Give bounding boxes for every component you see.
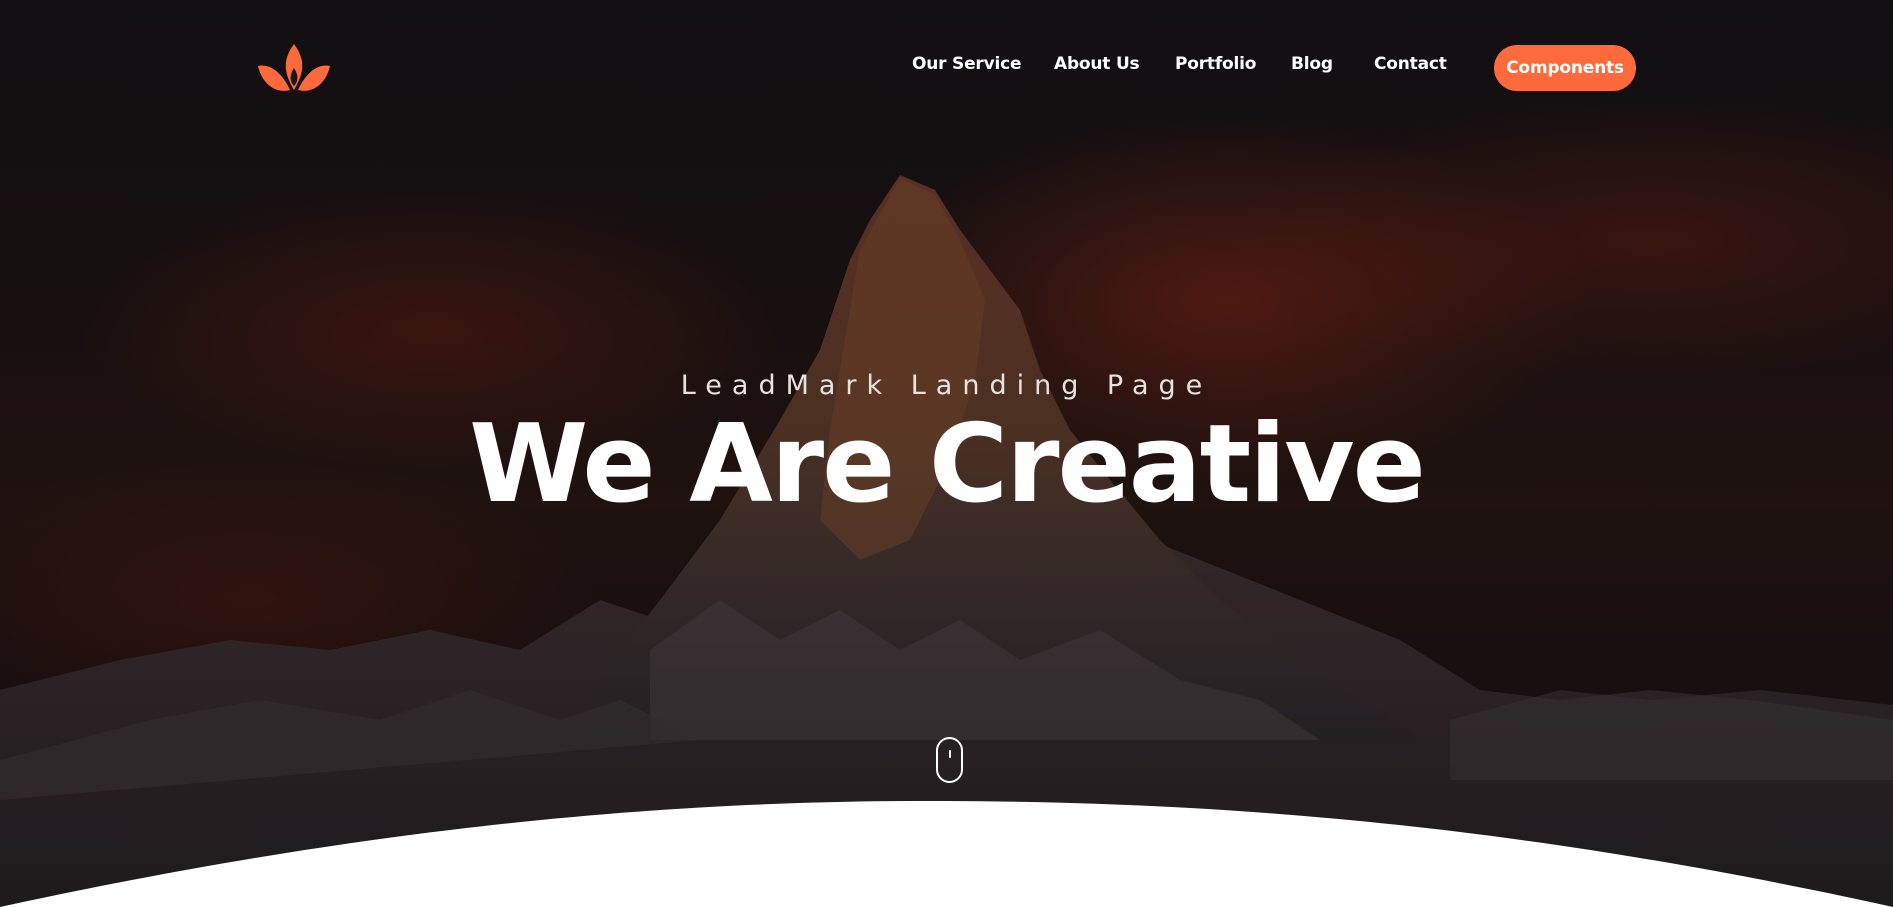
nav-link-blog[interactable]: Blog <box>1291 54 1333 74</box>
nav-link-contact[interactable]: Contact <box>1374 54 1447 74</box>
mouse-scroll-icon[interactable] <box>936 737 963 783</box>
nav-link-our-service[interactable]: Our Service <box>912 54 1022 74</box>
nav-link-portfolio[interactable]: Portfolio <box>1175 54 1256 74</box>
hero-title: We Are Creative <box>469 402 1426 527</box>
nav-link-about-us[interactable]: About Us <box>1054 54 1140 74</box>
hero-subtitle: LeadMark Landing Page <box>680 370 1213 401</box>
hero-section: Our Service About Us Portfolio Blog Cont… <box>0 0 1893 907</box>
mouse-wheel <box>949 750 951 758</box>
components-button[interactable]: Components <box>1494 45 1636 91</box>
bottom-curve-divider <box>0 800 1893 907</box>
